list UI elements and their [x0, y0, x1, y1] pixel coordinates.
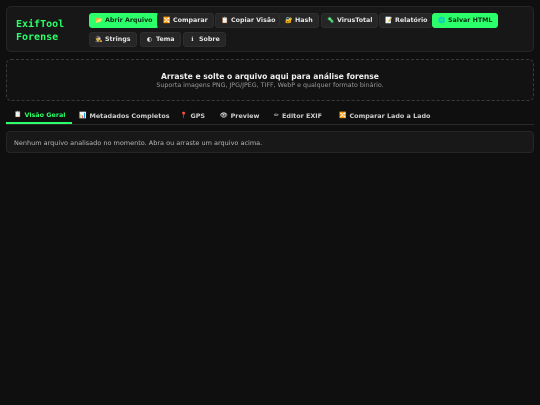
pencil-icon: ✏ — [274, 112, 280, 119]
tab-full-metadata[interactable]: 📊 Metadados Completos — [79, 107, 170, 124]
app-title-line1: ExifTool — [16, 19, 65, 30]
info-icon: ℹ — [191, 36, 194, 43]
half-moon-icon: ◐ — [146, 36, 153, 43]
memo-icon: 📝 — [385, 17, 393, 24]
tab-full-metadata-label: Metadados Completos — [89, 111, 170, 120]
clipboard-icon: 📋 — [14, 111, 22, 118]
tab-preview[interactable]: 👁 Preview — [220, 107, 259, 124]
overview-panel: Nenhum arquivo analisado no momento. Abr… — [6, 131, 534, 153]
tab-side-by-side-label: Comparar Lado a Lado — [349, 111, 431, 120]
app-title-line2: Forense — [16, 32, 59, 43]
header-panel: ExifTool Forense 📂 Abrir Arquivo 🔀 Compa… — [6, 6, 534, 52]
tab-gps[interactable]: 📍 GPS — [180, 107, 205, 124]
hash-button[interactable]: 🔐 Hash — [279, 13, 319, 28]
empty-state-message: Nenhum arquivo analisado no momento. Abr… — [14, 139, 263, 147]
detective-icon: 🕵 — [95, 36, 103, 43]
open-file-label: Abrir Arquivo — [105, 17, 153, 24]
compare-button[interactable]: 🔀 Comparar — [157, 13, 214, 28]
hash-label: Hash — [295, 17, 313, 24]
about-label: Sobre — [199, 36, 220, 43]
copy-view-button[interactable]: 📋 Copiar Visão — [215, 13, 282, 28]
tab-exif-editor-label: Editor EXIF — [282, 111, 323, 120]
virustotal-button[interactable]: 🦠 VirusTotal — [321, 13, 379, 28]
file-dropzone[interactable]: Arraste e solte o arquivo aqui para anál… — [6, 59, 534, 101]
bar-chart-icon: 📊 — [79, 112, 87, 119]
theme-button[interactable]: ◐ Tema — [140, 32, 181, 47]
save-html-button[interactable]: 🌐 Salvar HTML — [432, 13, 499, 28]
dropzone-subtitle: Suporta imagens PNG, JPG/JPEG, TIFF, Web… — [156, 82, 384, 89]
copy-view-label: Copiar Visão — [231, 17, 276, 24]
pin-icon: 📍 — [180, 112, 188, 119]
tab-bar: 📋 Visão Geral 📊 Metadados Completos 📍 GP… — [6, 107, 534, 125]
compare-label: Comparar — [173, 17, 208, 24]
eye-icon: 👁 — [220, 112, 228, 119]
tab-preview-label: Preview — [230, 111, 260, 120]
virus-icon: 🦠 — [327, 17, 335, 24]
theme-label: Tema — [156, 36, 175, 43]
tab-exif-editor[interactable]: ✏ Editor EXIF — [274, 107, 322, 124]
tab-side-by-side[interactable]: 🔀 Comparar Lado a Lado — [339, 107, 430, 124]
report-label: Relatório — [395, 17, 428, 24]
folder-icon: 📂 — [95, 17, 103, 24]
shuffle-icon: 🔀 — [339, 112, 347, 119]
app-title: ExifTool Forense — [16, 18, 86, 44]
about-button[interactable]: ℹ Sobre — [183, 32, 226, 47]
virustotal-label: VirusTotal — [337, 17, 373, 24]
lock-icon: 🔐 — [285, 17, 293, 24]
open-file-button[interactable]: 📂 Abrir Arquivo — [89, 13, 159, 28]
strings-button[interactable]: 🕵 Strings — [89, 32, 137, 47]
clipboard-icon: 📋 — [221, 17, 229, 24]
globe-icon: 🌐 — [438, 17, 446, 24]
tab-overview[interactable]: 📋 Visão Geral — [6, 107, 73, 124]
tab-overview-label: Visão Geral — [24, 110, 66, 119]
shuffle-icon: 🔀 — [163, 17, 171, 24]
dropzone-title: Arraste e solte o arquivo aqui para anál… — [161, 72, 379, 81]
save-html-label: Salvar HTML — [448, 17, 493, 24]
report-button[interactable]: 📝 Relatório — [379, 13, 434, 28]
tab-gps-label: GPS — [190, 111, 206, 120]
strings-label: Strings — [105, 36, 131, 43]
